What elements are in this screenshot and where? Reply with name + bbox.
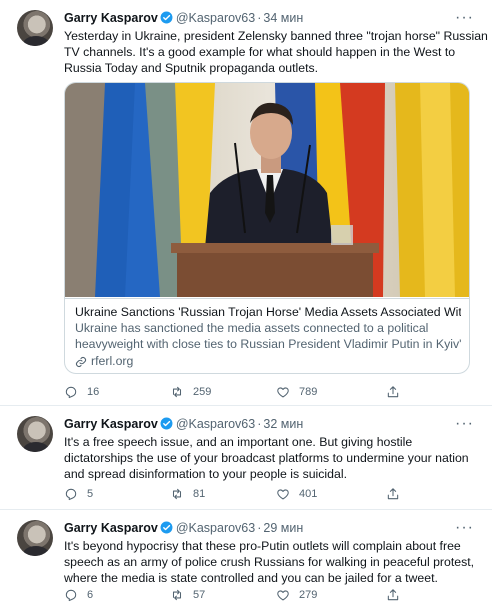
like-icon: [277, 590, 289, 601]
author-name[interactable]: Garry Kasparov: [64, 417, 158, 431]
retweet-count: 81: [193, 488, 206, 500]
tweet-text-line: It's a free speech issue, and an importa…: [64, 435, 413, 449]
timestamp[interactable]: 32 мин: [263, 417, 303, 431]
reply-button[interactable]: 5: [64, 487, 93, 501]
reply-count: 16: [87, 386, 100, 398]
tweet-header: Garry Kasparov @Kasparov63 · 32 мин: [64, 417, 303, 431]
card-domain: rferl.org: [75, 353, 461, 370]
retweet-icon: [172, 386, 182, 398]
tweet-text: It's beyond hypocrisy that these pro-Put…: [64, 538, 476, 586]
card-domain-text: rferl.org: [91, 354, 134, 368]
reply-button[interactable]: 6: [64, 588, 93, 602]
retweet-button[interactable]: 57: [170, 588, 205, 602]
card-text: Ukraine Sanctions 'Russian Trojan Horse'…: [65, 298, 469, 370]
retweet-count: 57: [193, 589, 206, 601]
tweet-header: Garry Kasparov @Kasparov63 · 29 мин: [64, 521, 303, 535]
tweet-text-line: Yesterday in Ukraine, president Zelensky…: [64, 29, 488, 43]
card-description-line: Ukraine has sanctioned the media assets …: [75, 321, 429, 335]
link-icon: [75, 356, 87, 367]
author-name[interactable]: Garry Kasparov: [64, 11, 158, 25]
tweet-text: Yesterday in Ukraine, president Zelensky…: [64, 28, 488, 76]
reply-icon: [65, 386, 77, 399]
separator-dot: ·: [257, 417, 262, 431]
verified-badge-icon: [160, 521, 173, 534]
tweet[interactable]: Garry Kasparov @Kasparov63 · 34 мин ··· Yes…: [0, 0, 492, 406]
card-image: [65, 83, 469, 297]
share-icon: [387, 386, 399, 398]
author-handle[interactable]: @Kasparov63: [176, 417, 255, 431]
link-card[interactable]: Ukraine Sanctions 'Russian Trojan Horse'…: [64, 82, 470, 374]
like-count: 789: [299, 386, 318, 398]
separator-dot: ·: [257, 11, 262, 25]
reply-count: 5: [87, 488, 94, 500]
card-description-line: heavyweight with close ties to Russian P…: [75, 337, 461, 351]
tweet-header: Garry Kasparov @Kasparov63 · 34 мин: [64, 11, 303, 25]
retweet-button[interactable]: 259: [170, 385, 211, 399]
like-icon: [277, 387, 289, 398]
share-button[interactable]: [386, 588, 400, 602]
author-name[interactable]: Garry Kasparov: [64, 521, 158, 535]
tweet-text-line: speech as an army of police crush Russia…: [64, 555, 475, 569]
timestamp[interactable]: 29 мин: [263, 521, 303, 535]
card-title: Ukraine Sanctions 'Russian Trojan Horse'…: [75, 305, 461, 319]
like-count: 279: [299, 589, 318, 601]
more-icon[interactable]: ···: [455, 519, 474, 537]
retweet-button[interactable]: 81: [170, 487, 205, 501]
tweet-text-line: dictatorships the use of your broadcast …: [64, 451, 469, 465]
more-icon[interactable]: ···: [455, 415, 474, 433]
share-button[interactable]: [386, 487, 400, 501]
separator-dot: ·: [257, 521, 262, 535]
like-button[interactable]: 279: [276, 588, 317, 602]
verified-badge-icon: [160, 417, 173, 430]
reply-icon: [65, 488, 77, 501]
avatar[interactable]: [17, 10, 53, 46]
retweet-count: 259: [193, 386, 212, 398]
share-button[interactable]: [386, 385, 400, 399]
tweet[interactable]: Garry Kasparov @Kasparov63 · 32 мин ··· It'…: [0, 406, 492, 510]
avatar[interactable]: [17, 520, 53, 556]
more-icon[interactable]: ···: [455, 9, 474, 27]
tweet-text-line: and spread disinformation to your people…: [64, 467, 347, 481]
author-handle[interactable]: @Kasparov63: [176, 521, 255, 535]
tweet-text-line: It's beyond hypocrisy that these pro-Put…: [64, 539, 461, 553]
tweet[interactable]: Garry Kasparov @Kasparov63 · 29 мин ··· It'…: [0, 510, 492, 608]
avatar[interactable]: [17, 416, 53, 452]
like-icon: [277, 489, 289, 500]
tweet-text-line: Russia Today and Sputnik propaganda outl…: [64, 61, 319, 75]
verified-badge-icon: [160, 11, 173, 24]
like-button[interactable]: 789: [276, 385, 317, 399]
share-icon: [387, 488, 399, 500]
tweet-text-line: TV channels. It's a good example for wha…: [64, 45, 456, 59]
retweet-icon: [172, 488, 182, 500]
author-handle[interactable]: @Kasparov63: [176, 11, 255, 25]
reply-icon: [65, 589, 77, 602]
reply-button[interactable]: 16: [64, 385, 99, 399]
reply-count: 6: [87, 589, 94, 601]
tweet-text-line: where the media is state controlled and …: [64, 571, 438, 585]
like-count: 401: [299, 488, 318, 500]
share-icon: [387, 589, 399, 601]
retweet-icon: [172, 589, 182, 601]
like-button[interactable]: 401: [276, 487, 317, 501]
tweet-text: It's a free speech issue, and an importa…: [64, 434, 476, 482]
card-description: Ukraine has sanctioned the media assets …: [75, 320, 461, 352]
timestamp[interactable]: 34 мин: [263, 11, 303, 25]
